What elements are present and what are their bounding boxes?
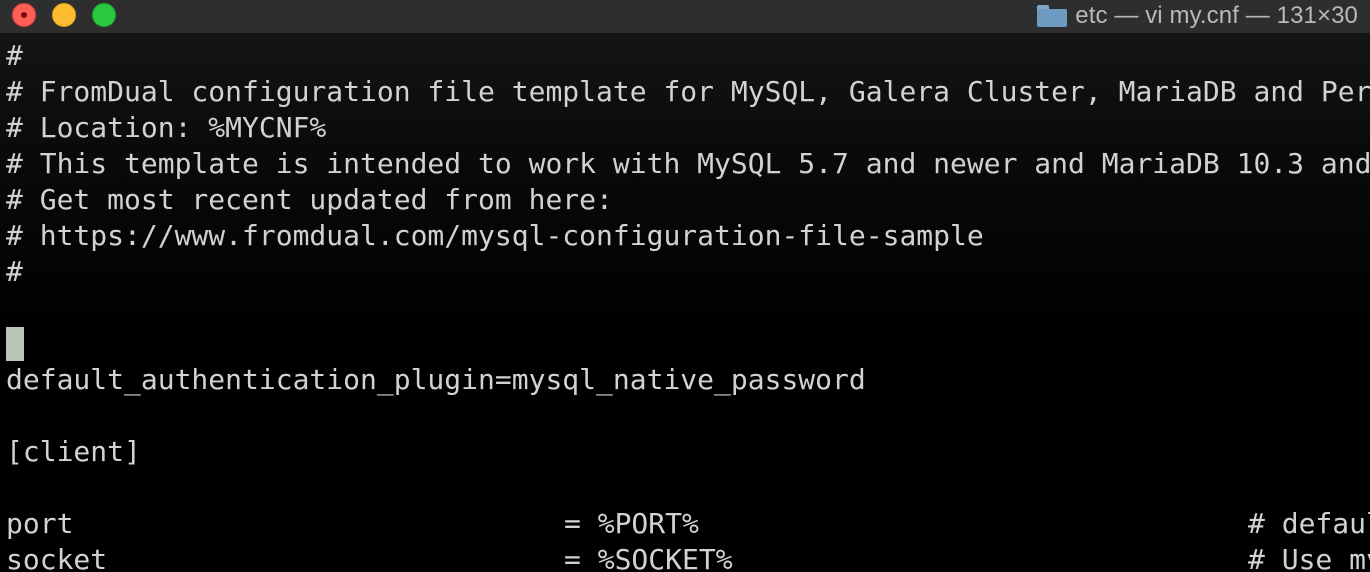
window-title-group: etc — vi my.cnf — 131×30 bbox=[1037, 0, 1358, 32]
setting-value: = %PORT% bbox=[564, 507, 699, 540]
editor-line: # This template is intended to work with… bbox=[6, 147, 1370, 180]
window-title: etc — vi my.cnf — 131×30 bbox=[1075, 2, 1358, 29]
terminal-window: etc — vi my.cnf — 131×30 # # FromDual co… bbox=[0, 0, 1370, 572]
setting-comment: # Use mysqld.sock on Ubuntu bbox=[1248, 543, 1370, 572]
editor-line: # bbox=[6, 255, 23, 288]
close-button[interactable] bbox=[12, 3, 36, 27]
setting-key: socket bbox=[6, 543, 108, 572]
editor-line: # bbox=[6, 39, 23, 72]
minimize-button[interactable] bbox=[52, 3, 76, 27]
editor-line: # Get most recent updated from here: bbox=[6, 183, 613, 216]
editor-line: # FromDual configuration file template f… bbox=[6, 75, 1370, 108]
setting-value: = %SOCKET% bbox=[564, 543, 733, 572]
editor-line: # Location: %MYCNF% bbox=[6, 111, 327, 144]
close-icon bbox=[21, 12, 27, 18]
editor-line: default_authentication_plugin=mysql_nati… bbox=[6, 363, 866, 396]
setting-comment: # default port bbox=[1248, 507, 1370, 540]
editor-line: [client] bbox=[6, 435, 141, 468]
text-cursor bbox=[6, 327, 24, 361]
folder-icon bbox=[1037, 5, 1068, 27]
terminal-content[interactable]: # # FromDual configuration file template… bbox=[0, 34, 1370, 572]
editor-line: # https://www.fromdual.com/mysql-configu… bbox=[6, 219, 984, 252]
title-bar: etc — vi my.cnf — 131×30 bbox=[0, 0, 1370, 34]
zoom-button[interactable] bbox=[92, 3, 116, 27]
setting-key: port bbox=[6, 507, 74, 540]
